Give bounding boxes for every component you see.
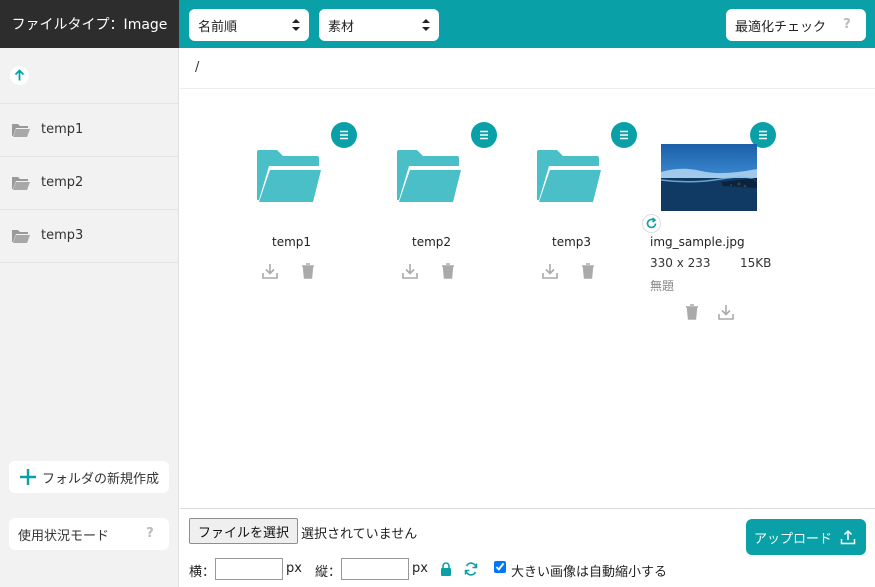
trash-icon[interactable] — [299, 262, 317, 280]
image-file-size: 15KB — [740, 256, 772, 270]
folder-icon — [12, 124, 30, 137]
type-select-value: 素材 — [328, 19, 355, 35]
folder-icon — [12, 177, 30, 190]
image-thumbnail[interactable] — [661, 144, 757, 211]
upload-button[interactable]: アップロード — [746, 519, 866, 555]
height-input[interactable] — [341, 558, 409, 580]
folder-icon — [12, 230, 30, 243]
sidebar-item-temp1[interactable]: temp1 — [0, 104, 179, 157]
folder-card[interactable]: temp3 — [480, 120, 637, 330]
arrow-up-icon[interactable] — [10, 66, 29, 85]
auto-shrink-checkbox[interactable] — [494, 561, 506, 573]
sort-select-value: 名前順 — [198, 19, 238, 35]
no-file-selected-text: 選択されていません — [301, 527, 418, 542]
help-icon[interactable]: ? — [840, 17, 854, 33]
file-type-title: ファイルタイプ：Image — [0, 0, 179, 48]
breadcrumb: / — [195, 60, 200, 75]
image-title: 無題 — [650, 279, 675, 293]
type-select[interactable]: 素材 — [319, 9, 439, 41]
sidebar-item-label: temp2 — [41, 175, 84, 190]
sidebar-item-label: temp1 — [41, 122, 84, 137]
menu-icon[interactable] — [611, 122, 637, 148]
plus-icon — [20, 469, 36, 485]
divider — [180, 508, 875, 509]
parent-folder-row[interactable] — [0, 48, 179, 104]
folder-icon — [537, 150, 601, 202]
trash-icon[interactable] — [579, 262, 597, 280]
folder-card[interactable]: temp2 — [340, 120, 497, 330]
item-name: temp1 — [272, 235, 312, 249]
upload-label: アップロード — [754, 531, 833, 547]
usage-mode-label: 使用状況モード — [18, 528, 110, 544]
sidebar-item-label: temp3 — [41, 228, 84, 243]
help-icon[interactable]: ? — [143, 526, 157, 542]
download-icon[interactable] — [261, 262, 279, 280]
image-dimensions: 330 x 233 — [650, 256, 711, 270]
choose-file-button[interactable]: ファイルを選択 — [189, 518, 299, 544]
folder-icon — [397, 150, 461, 202]
sidebar-item-temp3[interactable]: temp3 — [0, 210, 179, 263]
sort-select[interactable]: 名前順 — [189, 9, 309, 41]
item-name: img_sample.jpg — [650, 235, 745, 249]
select-arrows-icon — [292, 19, 300, 31]
optimize-check-label: 最適化チェック — [735, 19, 827, 35]
auto-shrink-label: 大きい画像は自動縮小する — [511, 565, 668, 580]
item-name: temp3 — [552, 235, 592, 249]
select-arrows-icon — [422, 19, 430, 31]
folder-icon — [257, 150, 321, 202]
folder-card[interactable]: temp1 — [200, 120, 357, 330]
width-input[interactable] — [215, 558, 283, 580]
divider — [180, 88, 875, 89]
upload-icon — [840, 529, 856, 545]
sidebar: temp1 temp2 temp3 フォルダの新規作成 使用状況モード ? — [0, 48, 179, 587]
height-label: 縦： — [315, 565, 342, 580]
trash-icon[interactable] — [683, 303, 701, 321]
item-name: temp2 — [412, 235, 452, 249]
download-icon[interactable] — [717, 303, 735, 321]
sidebar-item-temp2[interactable]: temp2 — [0, 157, 179, 210]
lock-icon[interactable] — [440, 562, 452, 576]
sync-icon[interactable] — [463, 561, 479, 577]
usage-mode-button[interactable]: 使用状況モード ? — [9, 518, 169, 550]
height-unit: px — [412, 561, 428, 576]
download-icon[interactable] — [541, 262, 559, 280]
width-unit: px — [286, 561, 302, 576]
download-icon[interactable] — [401, 262, 419, 280]
new-folder-button[interactable]: フォルダの新規作成 — [9, 461, 169, 493]
width-label: 横： — [189, 565, 216, 580]
optimize-check-button[interactable]: 最適化チェック ? — [726, 9, 866, 41]
trash-icon[interactable] — [439, 262, 457, 280]
new-folder-label: フォルダの新規作成 — [42, 471, 160, 487]
refresh-icon[interactable] — [642, 214, 661, 233]
